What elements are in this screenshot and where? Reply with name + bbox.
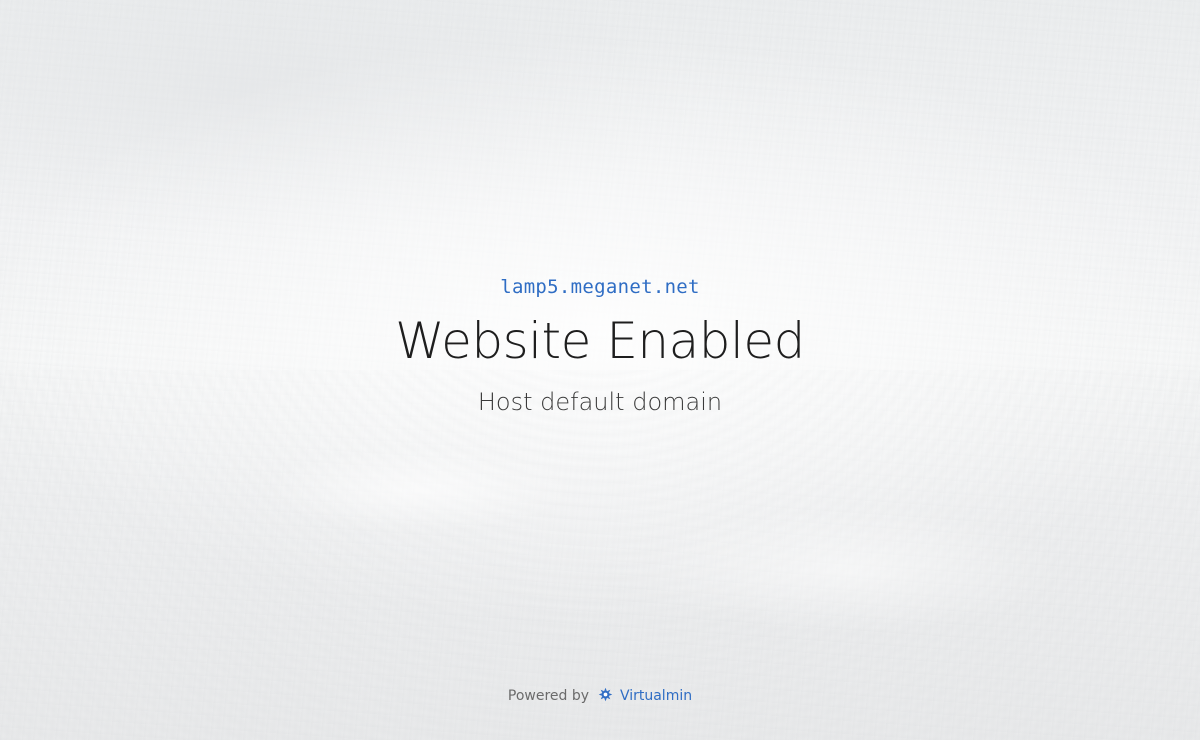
virtualmin-logo-icon bbox=[598, 687, 613, 702]
virtualmin-link[interactable]: Virtualmin bbox=[620, 688, 692, 704]
page-subtitle: Host default domain bbox=[477, 388, 723, 416]
page-title: Website Enabled bbox=[395, 312, 805, 370]
powered-by-label: Powered by bbox=[507, 688, 590, 704]
cloud-background bbox=[0, 370, 1200, 740]
domain-name: lamp5.meganet.net bbox=[500, 276, 700, 298]
footer: Powered by Virtualmin bbox=[0, 687, 1200, 704]
